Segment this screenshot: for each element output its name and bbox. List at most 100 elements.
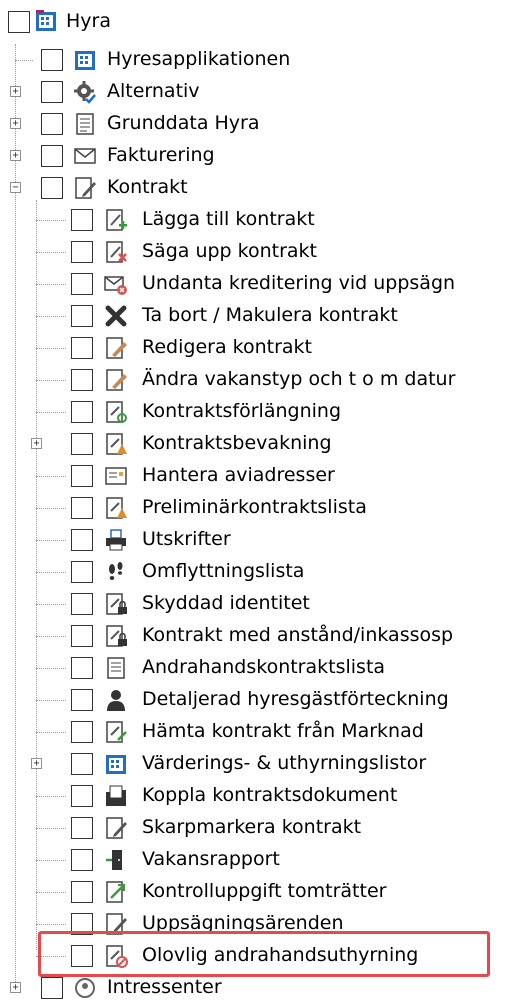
- expand-icon[interactable]: +: [10, 150, 21, 161]
- tree-connector: [36, 636, 66, 637]
- checkbox[interactable]: [71, 337, 93, 359]
- tree-node-label: Kontraktsbevakning: [142, 432, 332, 454]
- expand-icon[interactable]: +: [10, 86, 21, 97]
- checkbox[interactable]: [71, 657, 93, 679]
- checkbox[interactable]: [71, 465, 93, 487]
- checkbox[interactable]: [41, 177, 63, 199]
- tree-node-kontrakt-child[interactable]: Omflyttningslista: [0, 556, 520, 588]
- tree-node-kontrakt-child[interactable]: Hämta kontrakt från Marknad: [0, 716, 520, 748]
- tree-node-label: Intressenter: [107, 976, 222, 998]
- checkbox[interactable]: [71, 369, 93, 391]
- checkbox[interactable]: [71, 593, 93, 615]
- document-lock-icon: [106, 625, 127, 647]
- tree-node-kontrakt-child[interactable]: + Värderings- & uthyrningslistor: [0, 748, 520, 780]
- checkbox[interactable]: [8, 11, 30, 33]
- tree-connector: [36, 796, 66, 797]
- tree-node-label: Omflyttningslista: [142, 560, 305, 582]
- collapse-icon[interactable]: −: [10, 182, 21, 193]
- tree-node-label: Kontrakt: [107, 176, 188, 198]
- tree-node-kontrakt-child[interactable]: Kontraktsförlängning: [0, 396, 520, 428]
- checkbox[interactable]: [41, 977, 63, 999]
- tree-connector: [36, 604, 66, 605]
- document-pencil-icon: [75, 177, 96, 199]
- tree-connector: [36, 732, 66, 733]
- checkbox[interactable]: [71, 721, 93, 743]
- person-icon: [107, 690, 125, 711]
- tree-node-label: Skarpmarkera kontrakt: [142, 816, 362, 838]
- people-icon: [75, 978, 95, 998]
- tree-node-kontrakt-child[interactable]: Utskrifter: [0, 524, 520, 556]
- tree-node-fakturering[interactable]: + Fakturering: [0, 140, 520, 172]
- checkbox[interactable]: [71, 817, 93, 839]
- tree-node-label: Kontrolluppgift tomträtter: [142, 880, 387, 902]
- tree-connector: [36, 284, 66, 285]
- tree-node-kontrakt-child[interactable]: Hantera aviadresser: [0, 460, 520, 492]
- checkbox[interactable]: [71, 273, 93, 295]
- document-lock-icon: [106, 593, 127, 615]
- checkbox[interactable]: [71, 849, 93, 871]
- tree-node-kontrakt-child[interactable]: Detaljerad hyresgästförteckning: [0, 684, 520, 716]
- checkbox[interactable]: [41, 145, 63, 167]
- document-cancel-icon: [106, 241, 127, 263]
- checkbox[interactable]: [71, 209, 93, 231]
- checkbox[interactable]: [41, 49, 63, 71]
- document-warning-icon: [106, 497, 127, 519]
- tree-node-label: Redigera kontrakt: [142, 336, 312, 358]
- tree-node-kontrakt-child[interactable]: Preliminärkontraktslista: [0, 492, 520, 524]
- tree-node-kontrakt-child[interactable]: + Kontraktsbevakning: [0, 428, 520, 460]
- tree-node-kontrakt-child[interactable]: Undanta kreditering vid uppsägn: [0, 268, 520, 300]
- tree-node-kontrakt-child[interactable]: Ta bort / Makulera kontrakt: [0, 300, 520, 332]
- checkbox[interactable]: [71, 305, 93, 327]
- checkbox[interactable]: [71, 753, 93, 775]
- checkbox[interactable]: [71, 241, 93, 263]
- tree-node-label: Kontraktsförlängning: [142, 400, 342, 422]
- tree-node-kontrakt-child[interactable]: Andrahandskontraktslista: [0, 652, 520, 684]
- tree-node-kontrakt-child[interactable]: Redigera kontrakt: [0, 332, 520, 364]
- tree-node-kontrakt-child[interactable]: Vakansrapport: [0, 844, 520, 876]
- tree-node-kontrakt-child[interactable]: Kontrakt med anstånd/inkassosp: [0, 620, 520, 652]
- tree-connector: [36, 540, 66, 541]
- tree-node-hyra[interactable]: Hyra: [0, 6, 520, 38]
- expand-icon[interactable]: +: [31, 438, 42, 449]
- checkbox[interactable]: [71, 785, 93, 807]
- checkbox[interactable]: [71, 401, 93, 423]
- tree-node-kontrakt-child[interactable]: Koppla kontraktsdokument: [0, 780, 520, 812]
- document-edit-icon: [106, 337, 127, 359]
- tree-node-kontrakt-child[interactable]: Skyddad identitet: [0, 588, 520, 620]
- checkbox[interactable]: [71, 689, 93, 711]
- tree-node-alternativ[interactable]: + Alternativ: [0, 76, 520, 108]
- checkbox[interactable]: [71, 433, 93, 455]
- document-import-icon: [106, 721, 127, 743]
- tree-connector: [36, 476, 66, 477]
- tree-node-kontrakt[interactable]: − Kontrakt: [0, 172, 520, 204]
- tree-node-kontrakt-child[interactable]: Ändra vakanstyp och t o m datur: [0, 364, 520, 396]
- expand-icon[interactable]: +: [10, 118, 21, 129]
- printer-icon: [106, 529, 126, 551]
- expand-icon[interactable]: +: [10, 982, 21, 993]
- tree-node-label: Hantera aviadresser: [142, 464, 335, 486]
- checkbox[interactable]: [41, 113, 63, 135]
- tree-node-grunddata-hyra[interactable]: + Grunddata Hyra: [0, 108, 520, 140]
- building-icon: [36, 10, 56, 31]
- checkbox[interactable]: [71, 881, 93, 903]
- tree-node-label: Kontrakt med anstånd/inkassosp: [142, 624, 454, 646]
- tree-node-label: Undanta kreditering vid uppsägn: [142, 272, 456, 294]
- tree-node-kontrakt-child[interactable]: Lägga till kontrakt: [0, 204, 520, 236]
- document-edit-icon: [106, 369, 127, 391]
- gear-check-icon: [74, 81, 96, 104]
- tree-node-hyresapplikationen[interactable]: Hyresapplikationen: [0, 44, 520, 76]
- expand-icon[interactable]: +: [31, 758, 42, 769]
- checkbox[interactable]: [71, 561, 93, 583]
- checkbox[interactable]: [41, 81, 63, 103]
- tree-node-label: Hyra: [66, 10, 111, 32]
- tree-node-kontrakt-child[interactable]: Säga upp kontrakt: [0, 236, 520, 268]
- tree-node-kontrakt-child[interactable]: Skarpmarkera kontrakt: [0, 812, 520, 844]
- checkbox[interactable]: [71, 625, 93, 647]
- document-refresh-icon: [106, 401, 127, 423]
- checkbox[interactable]: [71, 529, 93, 551]
- tree-node-kontrakt-child[interactable]: Kontrolluppgift tomträtter: [0, 876, 520, 908]
- tree-connector: [36, 380, 66, 381]
- tree-connector: [36, 220, 66, 221]
- checkbox[interactable]: [71, 497, 93, 519]
- tree-node-label: Vakansrapport: [142, 848, 280, 870]
